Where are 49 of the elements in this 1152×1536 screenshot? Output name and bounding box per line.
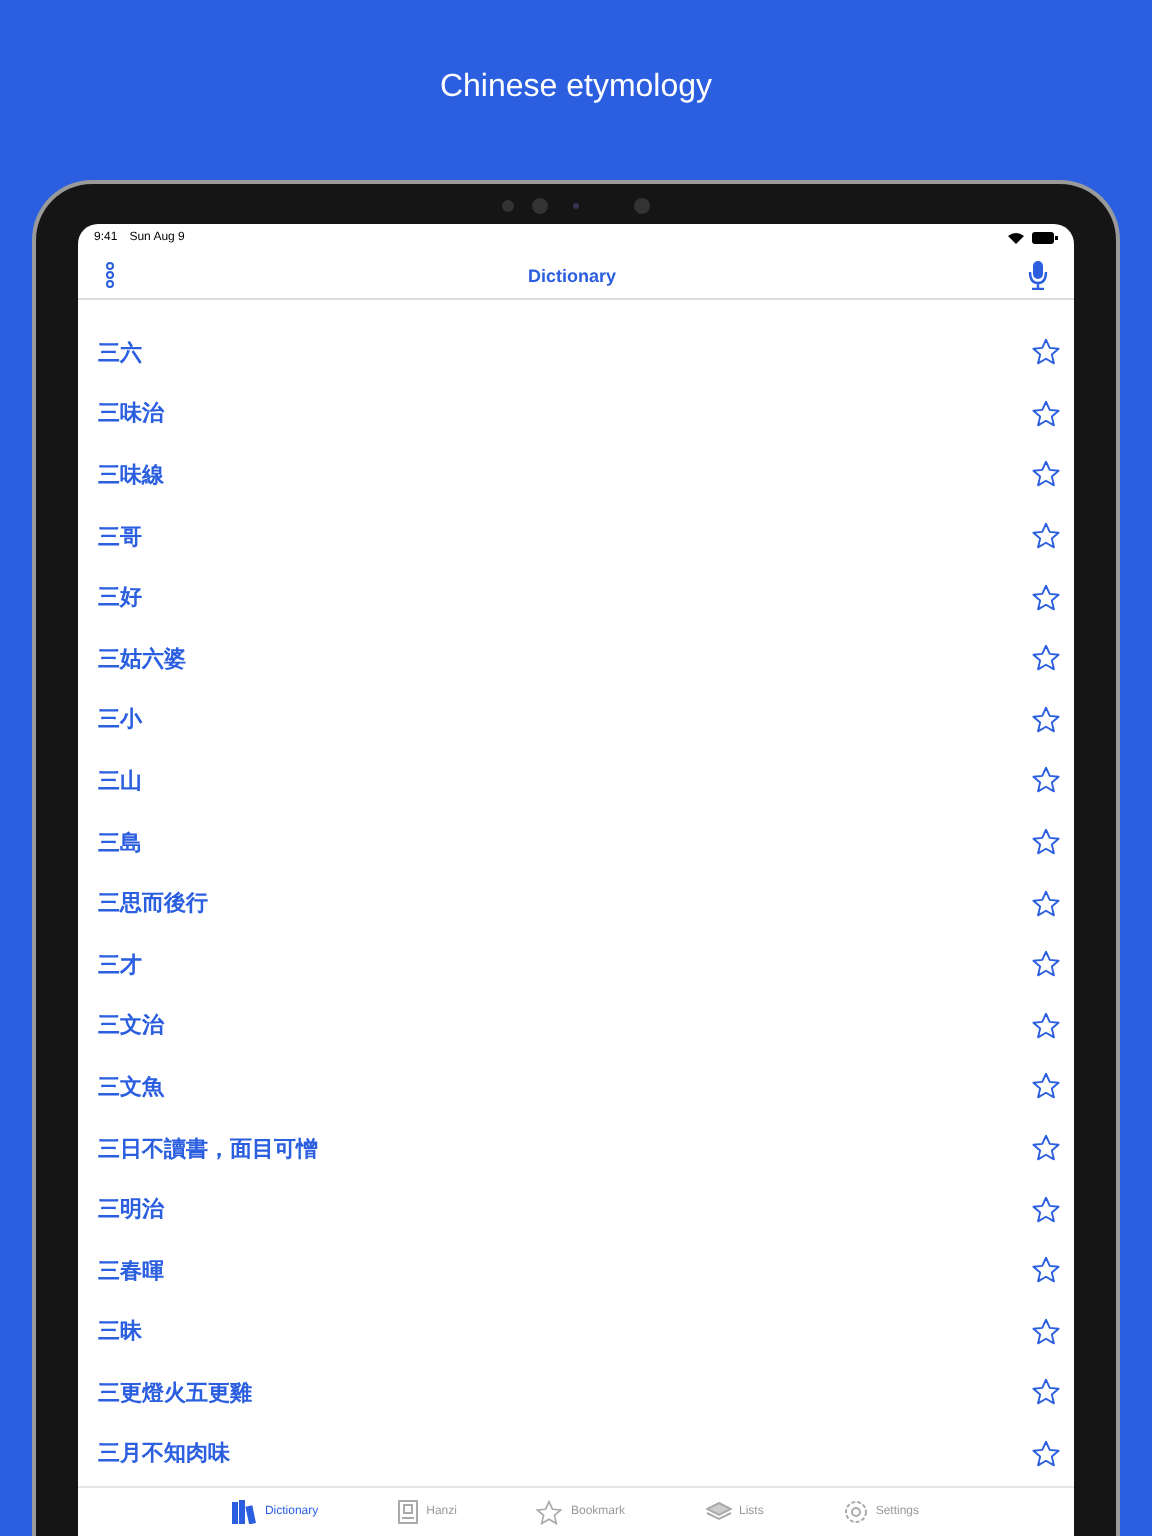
entry-word[interactable]: 三姑六婆 bbox=[98, 643, 186, 674]
menu-icon[interactable] bbox=[104, 262, 116, 288]
nav-title: Dictionary bbox=[527, 265, 616, 285]
star-icon bbox=[536, 1499, 563, 1525]
entry-word[interactable]: 三才 bbox=[98, 949, 142, 980]
headline: Chinese etymology bbox=[437, 68, 715, 108]
star-icon[interactable] bbox=[1032, 828, 1060, 857]
entry-word[interactable]: 三更燈火五更雞 bbox=[98, 1377, 252, 1408]
star-icon[interactable] bbox=[1032, 1134, 1060, 1163]
star-icon[interactable] bbox=[1032, 1256, 1060, 1285]
star-icon[interactable] bbox=[1032, 644, 1060, 673]
entry-word[interactable]: 三好 bbox=[98, 582, 142, 613]
star-icon[interactable] bbox=[1032, 766, 1060, 795]
star-icon[interactable] bbox=[1032, 1439, 1060, 1468]
entry-word[interactable]: 三文魚 bbox=[98, 1071, 164, 1102]
books-icon bbox=[232, 1500, 257, 1524]
entry-word[interactable]: 三味治 bbox=[98, 398, 164, 429]
wifi-icon bbox=[1008, 232, 1024, 244]
star-icon[interactable] bbox=[1032, 583, 1060, 612]
star-icon[interactable] bbox=[1032, 338, 1060, 367]
layers-icon bbox=[705, 1502, 731, 1522]
star-icon[interactable] bbox=[1032, 399, 1060, 428]
entry-word[interactable]: 三文治 bbox=[98, 1010, 164, 1041]
star-icon[interactable] bbox=[1032, 522, 1060, 551]
entry-word[interactable]: 三明治 bbox=[98, 1194, 164, 1225]
star-icon[interactable] bbox=[1032, 705, 1060, 734]
battery-icon bbox=[1032, 232, 1058, 244]
entry-word[interactable]: 三哥 bbox=[98, 521, 142, 552]
star-icon[interactable] bbox=[1032, 889, 1060, 918]
entry-word[interactable]: 三昧 bbox=[98, 1316, 142, 1347]
entry-word[interactable]: 三六 bbox=[98, 337, 142, 368]
entry-word[interactable]: 三島 bbox=[98, 827, 142, 858]
card-icon bbox=[398, 1500, 419, 1524]
star-icon[interactable] bbox=[1032, 1195, 1060, 1224]
star-icon[interactable] bbox=[1032, 1072, 1060, 1101]
entry-word[interactable]: 三味線 bbox=[98, 459, 164, 490]
star-icon[interactable] bbox=[1032, 1378, 1060, 1407]
star-icon[interactable] bbox=[1032, 460, 1060, 489]
entry-word[interactable]: 三春暉 bbox=[98, 1255, 164, 1286]
entry-word[interactable]: 三思而後行 bbox=[98, 888, 208, 919]
entry-word[interactable]: 三小 bbox=[98, 704, 142, 735]
entry-word[interactable]: 三山 bbox=[98, 765, 142, 796]
star-icon[interactable] bbox=[1032, 1011, 1060, 1040]
star-icon[interactable] bbox=[1032, 1317, 1060, 1346]
microphone-icon[interactable] bbox=[1027, 260, 1048, 290]
entry-word[interactable]: 三月不知肉味 bbox=[98, 1438, 230, 1469]
entry-word[interactable]: 三日不讀書，面目可憎 bbox=[98, 1133, 318, 1164]
star-icon[interactable] bbox=[1032, 950, 1060, 979]
settings-icon bbox=[843, 1500, 868, 1524]
